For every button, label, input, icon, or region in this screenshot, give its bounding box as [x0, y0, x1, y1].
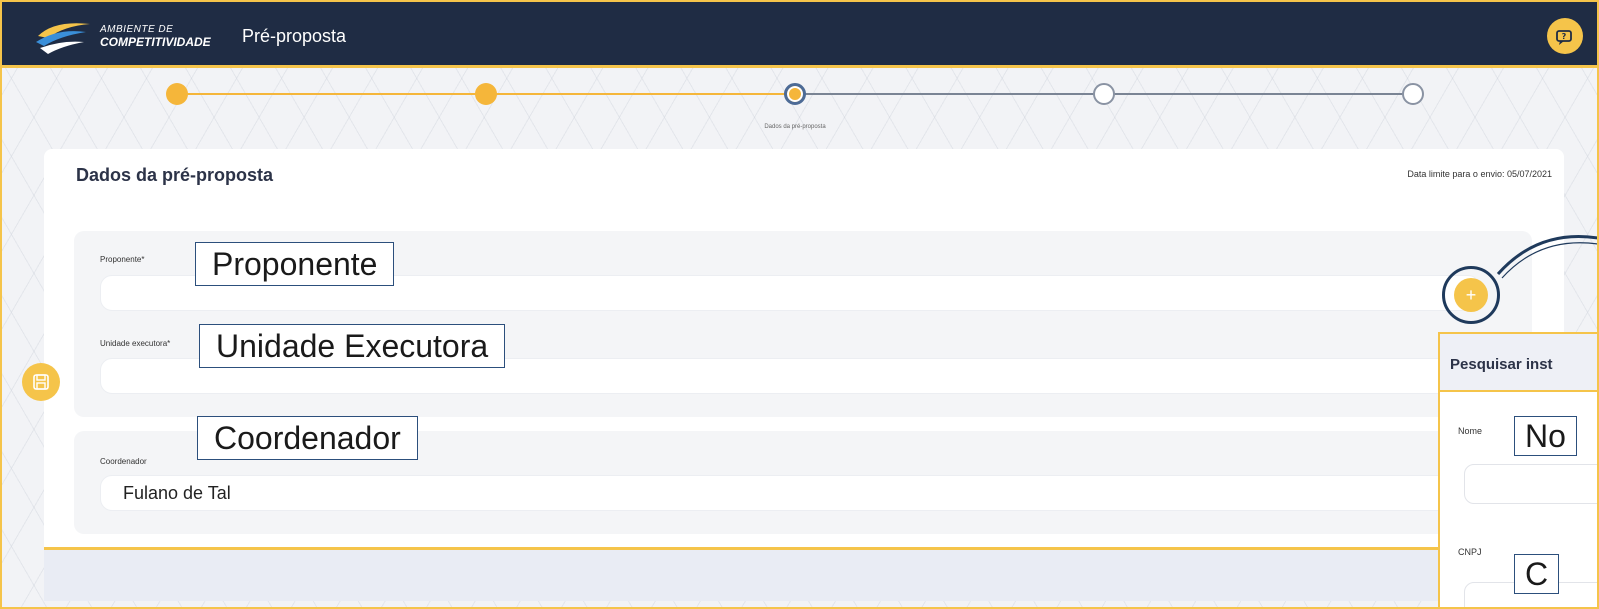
app-frame: AMBIENTE DE COMPETITIVIDADE Pré-proposta…: [0, 0, 1599, 609]
step-5[interactable]: [1402, 83, 1424, 105]
coordenador-field[interactable]: [100, 475, 1480, 511]
annotation-arrow-icon: [1496, 235, 1597, 279]
step-4[interactable]: [1093, 83, 1115, 105]
callout-coordenador: Coordenador: [197, 416, 418, 460]
search-panel-header: Pesquisar inst: [1440, 334, 1597, 392]
svg-text:?: ?: [1562, 32, 1567, 41]
search-institution-panel: Pesquisar inst Nome CNPJ No C: [1438, 332, 1597, 607]
nome-label: Nome: [1458, 426, 1483, 436]
app-title: Pré-proposta: [242, 26, 347, 46]
cnpj-label: CNPJ: [1458, 547, 1482, 557]
footer-strip: [44, 547, 1444, 601]
plus-icon: +: [1454, 278, 1488, 312]
form-card: Dados da pré-proposta Data limite para o…: [44, 149, 1564, 601]
brand-line-1: AMBIENTE DE: [100, 24, 174, 35]
callout-proponente: Proponente: [195, 242, 395, 286]
save-icon: [33, 374, 49, 390]
unidade-executora-label: Unidade executora*: [100, 339, 171, 348]
step-2[interactable]: [475, 83, 497, 105]
coordenador-label: Coordenador: [100, 457, 147, 466]
top-bar: AMBIENTE DE COMPETITIVIDADE Pré-proposta…: [2, 2, 1597, 68]
save-button[interactable]: [22, 363, 60, 401]
brand-logo-icon: [36, 23, 90, 54]
callout-unidade-executora: Unidade Executora: [199, 324, 506, 368]
search-panel-title: Pesquisar inst: [1450, 356, 1553, 373]
brand-line-2: COMPETITIVIDADE: [100, 35, 211, 49]
step-1[interactable]: [166, 83, 188, 105]
proponente-label: Proponente*: [100, 255, 145, 264]
current-step-label: Dados da pré-proposta: [764, 124, 826, 130]
callout-cnpj: C: [1514, 554, 1560, 594]
callout-nome: No: [1514, 416, 1577, 456]
deadline-text: Data limite para o envio: 05/07/2021: [1407, 169, 1552, 179]
help-button[interactable]: ?: [1547, 18, 1583, 54]
step-3-current[interactable]: [784, 83, 806, 105]
page-title: Dados da pré-proposta: [76, 165, 274, 185]
help-chat-icon: ?: [1556, 30, 1572, 45]
nome-input[interactable]: [1464, 464, 1597, 504]
progress-stepper: Dados da pré-proposta: [2, 72, 1597, 142]
